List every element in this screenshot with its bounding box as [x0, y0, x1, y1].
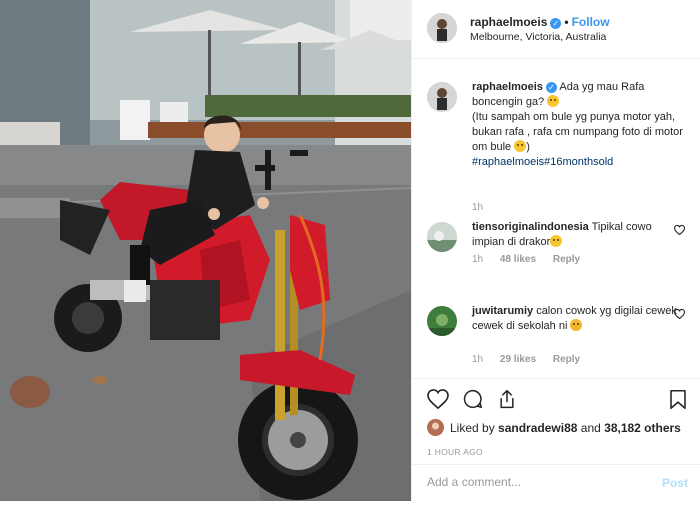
share-icon[interactable]: [497, 389, 517, 409]
comment-meta: 1h 48 likes Reply: [472, 254, 580, 265]
comment-text: tiensoriginalindonesia Tipikal cowo impi…: [472, 220, 684, 250]
post-location[interactable]: Melbourne, Victoria, Australia: [470, 31, 606, 43]
comment-icon[interactable]: [462, 389, 484, 409]
verified-badge-icon: ✓: [545, 82, 557, 93]
caption-username[interactable]: raphaelmoeis: [472, 81, 543, 93]
comment-text: juwitarumiy calon cowok yg digilai cewek…: [472, 304, 684, 334]
comment-time[interactable]: 1h: [472, 354, 483, 365]
avatar-image: [427, 419, 444, 436]
caption-text: raphaelmoeis ✓ Ada yg mau Rafa boncengin …: [472, 80, 684, 170]
caption-line-2-end: ): [526, 141, 530, 153]
comment-reply-button[interactable]: Reply: [553, 254, 580, 265]
post-photo[interactable]: [0, 0, 411, 501]
post-side-panel: raphaelmoeis ✓ • Follow Melbourne, Victoria…: [411, 0, 700, 501]
heart-eyes-emoji-icon: [570, 319, 583, 331]
comment-username[interactable]: tiensoriginalindonesia: [472, 221, 589, 233]
author-avatar[interactable]: [427, 13, 457, 43]
avatar-image: [427, 306, 457, 336]
comments-section: raphaelmoeis ✓ Ada yg mau Rafa boncengin …: [412, 60, 700, 378]
comment-reply-button[interactable]: Reply: [553, 354, 580, 365]
caption-line-2: (Itu sampah om bule yg punya motor yah, …: [472, 111, 683, 153]
rofl-emoji-icon: [514, 140, 527, 152]
liked-username[interactable]: sandradewi88: [498, 421, 577, 435]
avatar-image: [427, 13, 457, 43]
comment-meta: 1h 29 likes Reply: [472, 354, 580, 365]
like-comment-heart-icon[interactable]: [674, 225, 685, 235]
laughing-emoji-icon: [547, 95, 560, 107]
verified-badge-icon: ✓: [550, 18, 562, 29]
boy-on-motorcycle-image: [0, 0, 411, 501]
caption-time[interactable]: 1h: [472, 202, 483, 213]
instagram-post: raphaelmoeis ✓ • Follow Melbourne, Victoria…: [0, 0, 700, 501]
liked-and: and: [580, 421, 601, 435]
avatar-image: [427, 222, 457, 252]
avatar-image: [427, 82, 457, 112]
heart-icon[interactable]: [427, 389, 449, 409]
caption-meta: 1h: [472, 202, 497, 213]
bookmark-icon[interactable]: [669, 389, 687, 410]
commenter-avatar[interactable]: [427, 306, 457, 336]
comment-input[interactable]: [427, 475, 647, 489]
post-timestamp[interactable]: 1 HOUR AGO: [427, 447, 483, 457]
like-comment-heart-icon[interactable]: [674, 309, 685, 319]
comment-username[interactable]: juwitarumiy: [472, 305, 533, 317]
liked-prefix: Liked by: [450, 421, 495, 435]
follow-button[interactable]: Follow: [572, 15, 610, 29]
add-comment-bar: Post: [412, 464, 700, 501]
liked-count[interactable]: 38,182 others: [604, 421, 681, 435]
comment-likes[interactable]: 48 likes: [500, 254, 536, 265]
comment-time[interactable]: 1h: [472, 254, 483, 265]
comment-likes[interactable]: 29 likes: [500, 354, 536, 365]
author-line: raphaelmoeis ✓ • Follow: [470, 15, 610, 29]
post-comment-button[interactable]: Post: [662, 476, 688, 490]
post-header: raphaelmoeis ✓ • Follow Melbourne, Victoria…: [412, 0, 700, 59]
laughing-emoji-icon: [550, 235, 563, 247]
caption-avatar[interactable]: [427, 82, 457, 112]
post-actions: Liked by sandradewi88 and 38,182 others …: [412, 378, 700, 464]
author-username[interactable]: raphaelmoeis: [470, 15, 547, 29]
liked-by-line: Liked by sandradewi88 and 38,182 others: [427, 419, 681, 436]
separator-dot: •: [564, 15, 569, 29]
commenter-avatar[interactable]: [427, 222, 457, 252]
caption-hashtags[interactable]: #raphaelmoeis#16monthsold: [472, 156, 613, 168]
liker-avatar[interactable]: [427, 419, 444, 436]
